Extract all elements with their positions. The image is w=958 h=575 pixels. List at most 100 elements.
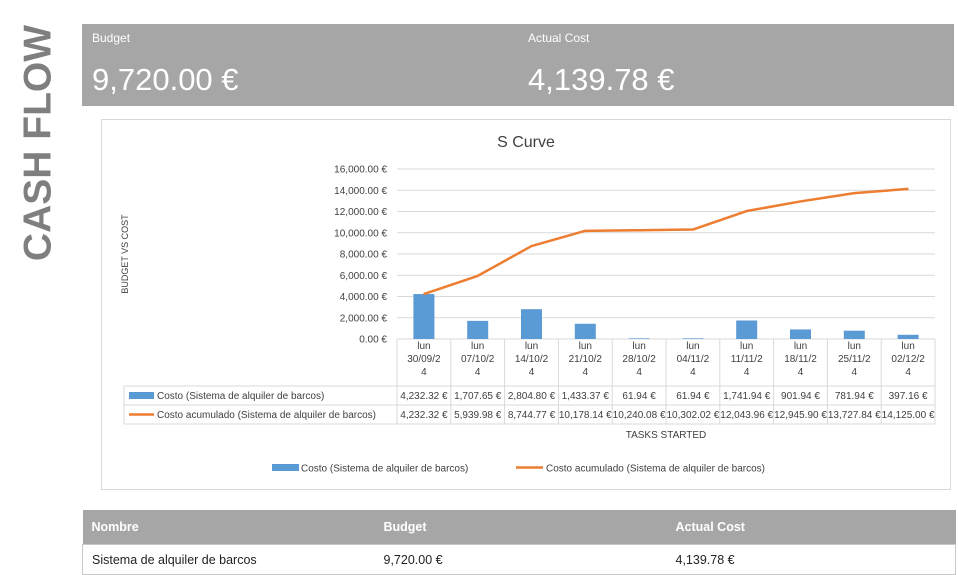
bar xyxy=(628,338,650,339)
y-tick-label: 8,000.00 € xyxy=(340,250,388,261)
data-label: 14,125.00 € xyxy=(882,410,935,421)
table-row[interactable]: Sistema de alquiler de barcos 9,720.00 €… xyxy=(82,544,956,575)
x-tick-label: lun xyxy=(471,341,484,352)
x-tick-label: 4 xyxy=(583,367,589,378)
line-point xyxy=(423,293,425,295)
budget-label: Budget xyxy=(92,31,131,45)
x-tick-label: lun xyxy=(579,341,592,352)
line-point xyxy=(745,210,748,212)
x-tick-label: 4 xyxy=(475,367,481,378)
legend-label-costo-acumulado: Costo acumulado (Sistema de alquiler de … xyxy=(546,464,765,475)
bar xyxy=(682,338,704,339)
data-label: 13,727.84 € xyxy=(828,410,881,421)
table-legend-key-bar xyxy=(129,392,154,399)
x-tick-label: lun xyxy=(417,341,430,352)
x-tick-label: 4 xyxy=(690,367,696,378)
bar xyxy=(843,330,865,339)
legend-label-costo: Costo (Sistema de alquiler de barcos) xyxy=(301,464,468,475)
x-tick-label: 4 xyxy=(421,367,427,378)
data-label: 2,804.80 € xyxy=(508,391,556,402)
data-label: 5,939.98 € xyxy=(454,410,502,421)
y-tick-label: 0.00 € xyxy=(359,335,387,346)
cell-nombre: Sistema de alquiler de barcos xyxy=(82,544,375,575)
bar xyxy=(897,334,919,339)
x-tick-label: lun xyxy=(794,341,807,352)
data-label: 1,741.94 € xyxy=(723,391,771,402)
data-label: 61.94 € xyxy=(676,391,710,402)
data-label: 12,043.96 € xyxy=(720,410,773,421)
kpi-header: Budget 9,720.00 € Actual Cost 4,139.78 € xyxy=(82,24,954,106)
data-label: 1,433.37 € xyxy=(562,391,610,402)
x-tick-label: 4 xyxy=(798,367,804,378)
s-curve-chart[interactable]: S Curve 0.00 € 2,000.00 € 4,000.00 € 6,000.0… xyxy=(101,119,951,490)
chart-canvas: S Curve 0.00 € 2,000.00 € 4,000.00 € 6,000.0… xyxy=(120,134,936,475)
x-tick-label: 14/10/2 xyxy=(515,354,549,365)
data-label: 1,707.65 € xyxy=(454,391,502,402)
table-header-row: Nombre Budget Actual Cost xyxy=(82,510,956,545)
bar xyxy=(467,320,489,339)
data-label: 4,232.32 € xyxy=(400,410,448,421)
x-tick-label: lun xyxy=(632,341,645,352)
cash-flow-title: CASH FLOW xyxy=(17,24,59,262)
y-tick-label: 6,000.00 € xyxy=(340,271,388,282)
data-label: 10,302.02 € xyxy=(666,410,719,421)
chart-title: S Curve xyxy=(497,134,555,151)
x-tick-label: 4 xyxy=(852,367,858,378)
bar xyxy=(413,294,435,339)
data-label: 10,240.08 € xyxy=(613,410,666,421)
data-label: 8,744.77 € xyxy=(508,410,556,421)
cell-actual-cost: 4,139.78 € xyxy=(666,544,956,575)
y-tick-label: 4,000.00 € xyxy=(340,292,388,303)
y-tick-label: 10,000.00 € xyxy=(334,228,387,239)
line-point xyxy=(530,245,533,247)
cell-budget: 9,720.00 € xyxy=(374,544,667,575)
x-tick-label: 25/11/2 xyxy=(838,354,871,365)
x-tick-label: 18/11/2 xyxy=(784,354,817,365)
y-tick-label: 16,000.00 € xyxy=(334,165,387,176)
cumulative-cost-line xyxy=(423,187,909,296)
data-label: 12,945.90 € xyxy=(774,410,827,421)
summary-table: Nombre Budget Actual Cost Sistema de alq… xyxy=(82,510,956,575)
y-tick-label: 14,000.00 € xyxy=(334,186,387,197)
bar xyxy=(574,323,596,339)
header-actual-cost: Actual Cost xyxy=(666,510,956,545)
line-point xyxy=(799,200,802,203)
x-tick-label: 07/10/2 xyxy=(461,354,495,365)
table-series-name: Costo acumulado (Sistema de alquiler de … xyxy=(157,410,376,421)
line-point xyxy=(584,230,587,232)
x-tick-label: lun xyxy=(686,341,699,352)
line-point xyxy=(907,188,909,190)
y-axis-label: BUDGET VS COST xyxy=(120,214,130,294)
line-point xyxy=(638,229,640,231)
data-label: 10,178.14 € xyxy=(559,410,612,421)
data-label: 4,232.32 € xyxy=(400,391,448,402)
y-tick-label: 12,000.00 € xyxy=(334,207,387,218)
line-point xyxy=(692,228,694,231)
cash-flow-title-text: CASH FLOW xyxy=(17,25,59,261)
x-tick-label: lun xyxy=(901,341,914,352)
x-tick-label: 11/11/2 xyxy=(731,354,763,365)
x-tick-label: lun xyxy=(848,341,861,352)
bar xyxy=(521,309,542,339)
bar xyxy=(736,320,758,339)
x-tick-label: lun xyxy=(740,341,753,352)
actual-cost-label: Actual Cost xyxy=(528,31,590,45)
x-tick-label: 4 xyxy=(529,367,535,378)
data-label: 397.16 € xyxy=(889,391,928,402)
x-axis-label: TASKS STARTED xyxy=(626,430,707,441)
x-tick-label: 21/10/2 xyxy=(569,354,603,365)
line-point xyxy=(853,192,856,194)
legend-key-bar xyxy=(272,464,299,471)
data-label: 901.94 € xyxy=(781,391,820,402)
data-label: 61.94 € xyxy=(622,391,656,402)
data-label: 781.94 € xyxy=(835,391,874,402)
x-tick-label: 02/12/2 xyxy=(891,354,925,365)
budget-value: 9,720.00 € xyxy=(92,62,239,97)
line-point xyxy=(476,275,479,277)
table-series-name: Costo (Sistema de alquiler de barcos) xyxy=(157,391,324,402)
x-tick-label: lun xyxy=(525,341,538,352)
x-tick-label: 4 xyxy=(744,367,750,378)
x-tick-label: 04/11/2 xyxy=(677,354,710,365)
x-tick-label: 28/10/2 xyxy=(622,354,656,365)
x-tick-label: 4 xyxy=(905,367,911,378)
